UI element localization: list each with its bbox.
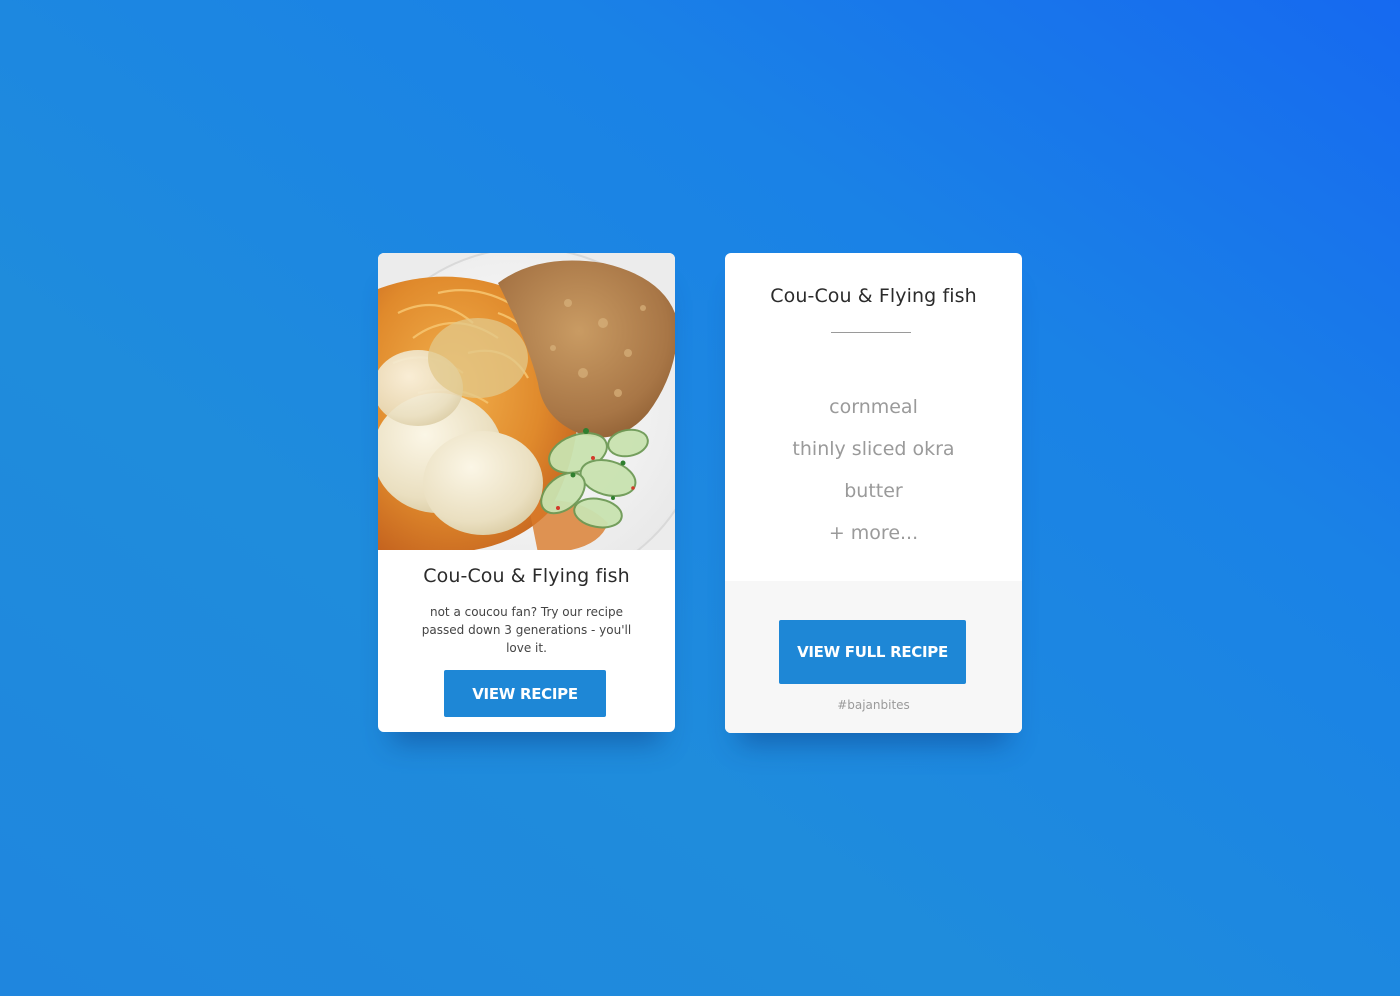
recipe-ingredients-card: Cou-Cou & Flying fish cornmeal thinly sl… — [725, 253, 1022, 733]
hashtag: #bajanbites — [837, 698, 910, 712]
recipe-preview-card: Cou-Cou & Flying fish not a coucou fan? … — [378, 253, 675, 732]
ingredient-list: cornmeal thinly sliced okra butter + mor… — [725, 393, 1022, 561]
view-recipe-button[interactable]: VIEW RECIPE — [444, 670, 606, 717]
ingredient-item: thinly sliced okra — [792, 438, 955, 460]
card-footer: VIEW FULL RECIPE #bajanbites — [725, 581, 1022, 733]
food-photo — [378, 253, 675, 550]
recipe-title: Cou-Cou & Flying fish — [770, 285, 977, 307]
ingredient-item: butter — [844, 480, 903, 502]
ingredient-item: cornmeal — [829, 396, 918, 418]
recipe-title: Cou-Cou & Flying fish — [423, 565, 630, 587]
more-ingredients-link[interactable]: + more... — [725, 519, 1022, 561]
recipe-description: not a coucou fan? Try our recipe passed … — [421, 605, 632, 655]
view-full-recipe-button[interactable]: VIEW FULL RECIPE — [779, 620, 966, 684]
title-divider — [831, 332, 911, 333]
